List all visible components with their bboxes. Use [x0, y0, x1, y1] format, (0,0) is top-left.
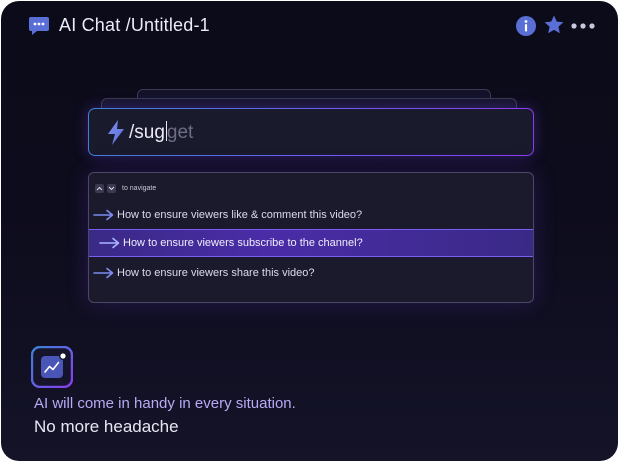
arrow-right-icon [93, 209, 115, 221]
window-title: AI Chat /Untitled-1 [59, 15, 210, 35]
tagline-primary: AI will come in handy in every situation… [34, 395, 296, 412]
title-bar: AI Chat /Untitled-1 [1, 1, 618, 51]
tagline-secondary: No more headache [34, 417, 179, 436]
info-icon[interactable] [515, 15, 537, 37]
keyboard-nav-hint: to navigate [95, 182, 156, 194]
more-horizontal-icon[interactable] [570, 19, 596, 33]
star-icon[interactable] [543, 14, 565, 36]
suggestion-item[interactable]: How to ensure viewers share this video? [89, 259, 533, 287]
typed-text: /sug [129, 122, 165, 143]
arrow-up-key-icon [95, 183, 104, 193]
suggestion-label: How to ensure viewers share this video? [117, 267, 315, 279]
app-window: AI Chat /Untitled-1 /sug get to navigate… [1, 1, 618, 461]
arrow-right-icon [99, 237, 121, 249]
nav-hint-label: to navigate [122, 184, 157, 192]
arrow-down-key-icon [107, 183, 116, 193]
suggestion-label: How to ensure viewers subscribe to the c… [123, 237, 363, 249]
lightning-bolt-icon [106, 120, 126, 145]
command-text: /sug get [129, 121, 193, 144]
trend-chart-icon [30, 345, 74, 389]
suggestion-item-selected[interactable]: How to ensure viewers subscribe to the c… [89, 229, 533, 257]
arrow-right-icon [93, 267, 115, 279]
command-input[interactable]: /sug get [88, 108, 534, 156]
autocomplete-hint: get [166, 122, 194, 143]
suggestion-item[interactable]: How to ensure viewers like & comment thi… [89, 201, 533, 229]
suggestion-label: How to ensure viewers like & comment thi… [117, 209, 363, 221]
suggestions-dropdown: to navigate How to ensure viewers like &… [88, 172, 534, 303]
chat-bubble-icon [28, 16, 50, 36]
